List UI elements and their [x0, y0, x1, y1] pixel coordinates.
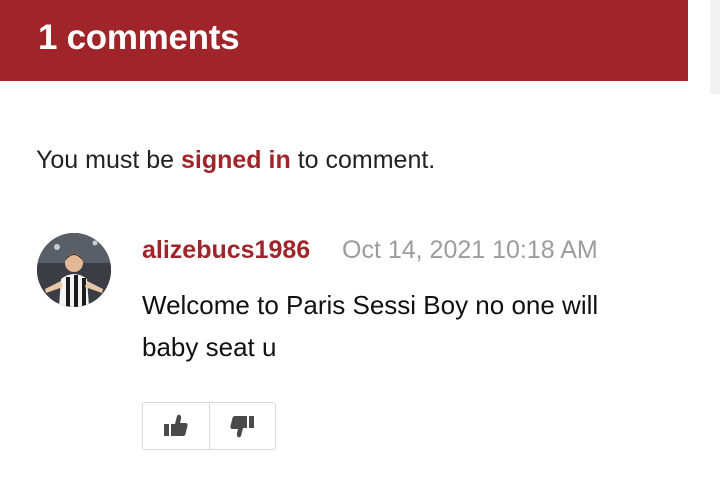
downvote-button[interactable] [208, 403, 276, 449]
upvote-button[interactable] [143, 403, 209, 449]
comments-page: 1 comments You must be signed in to comm… [0, 0, 720, 488]
signin-prompt-suffix: to comment. [290, 146, 436, 174]
comment-body: Welcome to Paris Sessi Boy no one will b… [142, 290, 599, 362]
comment-username[interactable]: alizebucs1986 [142, 236, 310, 265]
scroll-edge [710, 0, 720, 94]
comments-header: 1 comments [0, 0, 688, 81]
signin-prompt-prefix: You must be [36, 146, 182, 174]
thumbs-up-icon [163, 414, 188, 436]
right-gutter [688, 0, 720, 488]
user-avatar[interactable] [37, 233, 111, 307]
user-avatar-photo [37, 233, 111, 307]
comment-timestamp: Oct 14, 2021 10:18 AM [342, 236, 598, 264]
comments-count-title: 1 comments [38, 18, 240, 57]
signin-prompt: You must be signed in to comment. [36, 146, 435, 175]
signin-link[interactable]: signed in [181, 146, 291, 174]
thumbs-down-icon [230, 416, 255, 438]
vote-buttons [142, 402, 276, 450]
